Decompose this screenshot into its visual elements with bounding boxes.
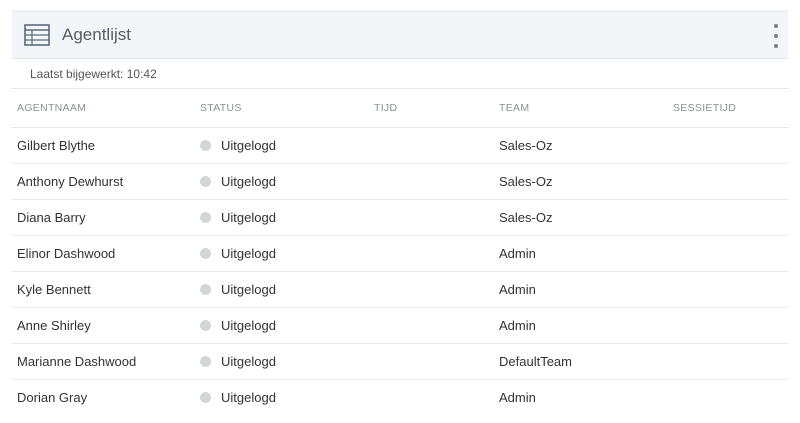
- time-cell: [369, 163, 494, 200]
- team-cell: Admin: [494, 235, 668, 272]
- team-cell: Sales-Oz: [494, 199, 668, 236]
- session-time-cell: [668, 271, 788, 308]
- status-dot-icon: [200, 392, 211, 403]
- status-cell: Uitgelogd: [195, 163, 369, 200]
- status-cell: Uitgelogd: [195, 127, 369, 164]
- table-row[interactable]: Dorian Gray Uitgelogd Admin: [12, 380, 788, 412]
- agent-table: AGENTNAAM STATUS TIJD TEAM SESSIETIJD Gi…: [12, 89, 788, 411]
- session-time-cell: [668, 307, 788, 344]
- table-header-row: AGENTNAAM STATUS TIJD TEAM SESSIETIJD: [12, 89, 788, 128]
- team-cell: Sales-Oz: [494, 163, 668, 200]
- table-row[interactable]: Anne Shirley Uitgelogd Admin: [12, 307, 788, 344]
- status-dot-icon: [200, 284, 211, 295]
- session-time-cell: [668, 199, 788, 236]
- column-header-agent-name[interactable]: AGENTNAAM: [12, 89, 195, 128]
- table-icon: [24, 24, 50, 46]
- column-header-status[interactable]: STATUS: [195, 89, 369, 128]
- column-header-session-time[interactable]: SESSIETIJD: [668, 89, 788, 128]
- table-row[interactable]: Kyle Bennett Uitgelogd Admin: [12, 271, 788, 308]
- agent-name-cell: Elinor Dashwood: [12, 235, 195, 272]
- status-label: Uitgelogd: [221, 210, 276, 225]
- agent-name-cell: Diana Barry: [12, 199, 195, 236]
- team-cell: Admin: [494, 271, 668, 308]
- status-label: Uitgelogd: [221, 246, 276, 261]
- session-time-cell: [668, 127, 788, 164]
- agent-name-cell: Dorian Gray: [17, 390, 88, 405]
- status-cell: Uitgelogd: [195, 199, 369, 236]
- team-cell: DefaultTeam: [494, 343, 668, 380]
- status-label: Uitgelogd: [221, 138, 276, 153]
- widget-title: Agentlijst: [62, 25, 131, 44]
- status-cell: Uitgelogd: [195, 343, 369, 380]
- status-label: Uitgelogd: [221, 282, 276, 297]
- session-time-cell: [668, 343, 788, 380]
- status-label: Uitgelogd: [221, 354, 276, 369]
- time-cell: [369, 307, 494, 344]
- status-label: Uitgelogd: [221, 174, 276, 189]
- time-cell: [369, 127, 494, 164]
- column-header-team[interactable]: TEAM: [494, 89, 668, 128]
- status-dot-icon: [200, 140, 211, 151]
- time-cell: [369, 380, 494, 412]
- table-row[interactable]: Elinor Dashwood Uitgelogd Admin: [12, 235, 788, 272]
- last-updated-text: Laatst bijgewerkt: 10:42: [12, 59, 788, 89]
- agent-name-cell: Anthony Dewhurst: [12, 163, 195, 200]
- table-row[interactable]: Anthony Dewhurst Uitgelogd Sales-Oz: [12, 163, 788, 200]
- status-cell: Uitgelogd: [195, 307, 369, 344]
- agent-list-widget: Agentlijst Laatst bijgewerkt: 10:42 AGEN…: [12, 11, 788, 411]
- more-vertical-icon[interactable]: [768, 24, 784, 48]
- agent-name-cell: Anne Shirley: [12, 307, 195, 344]
- status-cell: Uitgelogd: [195, 271, 369, 308]
- widget-header: Agentlijst: [12, 11, 788, 59]
- status-label: Uitgelogd: [221, 318, 276, 333]
- team-cell: Admin: [499, 390, 536, 405]
- status-dot-icon: [200, 320, 211, 331]
- time-cell: [369, 199, 494, 236]
- team-cell: Sales-Oz: [494, 127, 668, 164]
- status-cell: Uitgelogd: [195, 380, 369, 412]
- status-dot-icon: [200, 248, 211, 259]
- team-cell: Admin: [494, 307, 668, 344]
- session-time-cell: [668, 380, 788, 412]
- status-dot-icon: [200, 212, 211, 223]
- status-cell: Uitgelogd: [195, 235, 369, 272]
- time-cell: [369, 343, 494, 380]
- table-row[interactable]: Gilbert Blythe Uitgelogd Sales-Oz: [12, 127, 788, 164]
- agent-name-cell: Kyle Bennett: [12, 271, 195, 308]
- column-header-time[interactable]: TIJD: [369, 89, 494, 128]
- status-dot-icon: [200, 356, 211, 367]
- session-time-cell: [668, 163, 788, 200]
- table-row[interactable]: Marianne Dashwood Uitgelogd DefaultTeam: [12, 343, 788, 380]
- agent-name-cell: Marianne Dashwood: [12, 343, 195, 380]
- time-cell: [369, 271, 494, 308]
- agent-name-cell: Gilbert Blythe: [12, 127, 195, 164]
- time-cell: [369, 235, 494, 272]
- status-dot-icon: [200, 176, 211, 187]
- session-time-cell: [668, 235, 788, 272]
- table-row[interactable]: Diana Barry Uitgelogd Sales-Oz: [12, 199, 788, 236]
- status-label: Uitgelogd: [221, 390, 276, 405]
